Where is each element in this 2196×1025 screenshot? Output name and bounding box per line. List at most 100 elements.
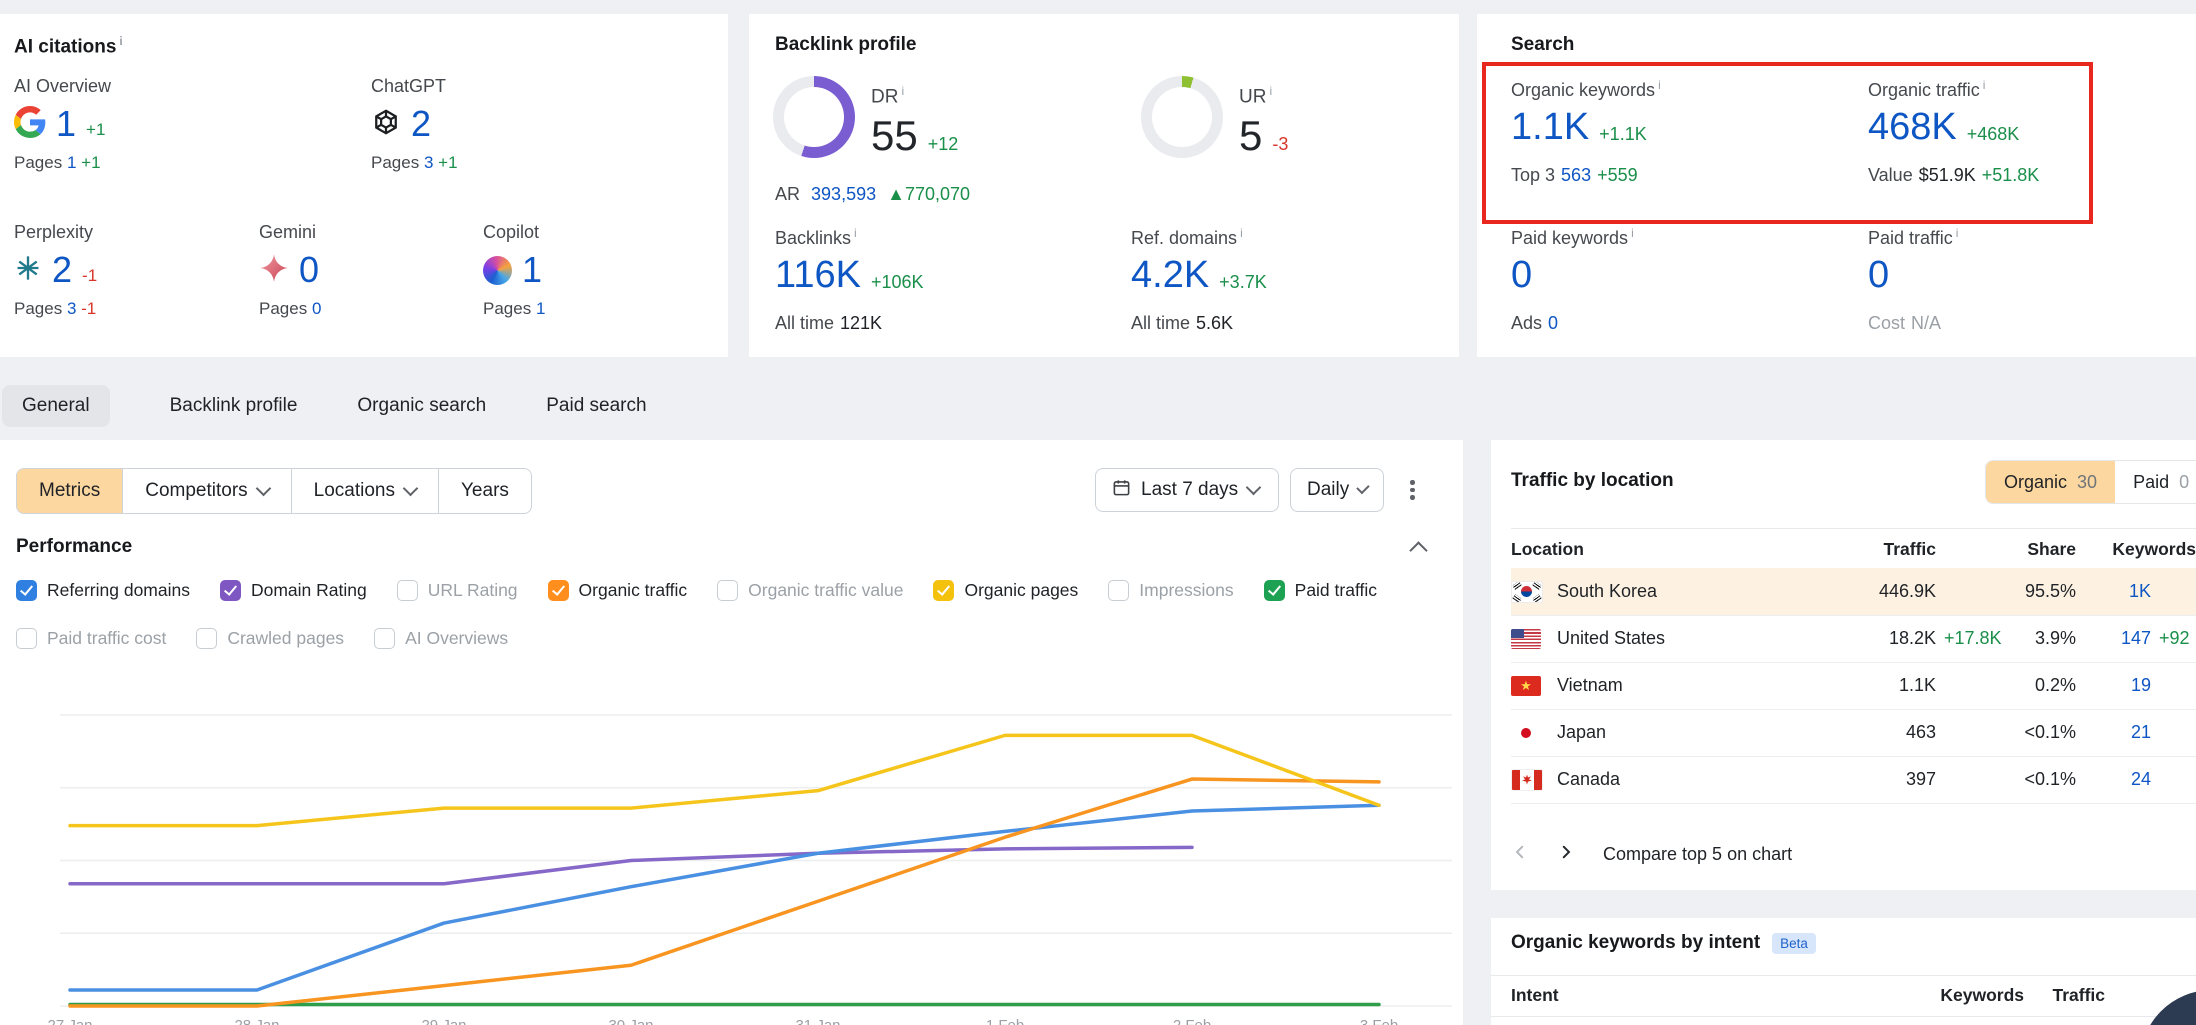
keywords-count-link[interactable]: 147 [2076, 628, 2151, 649]
checkbox-crawled-pages[interactable]: Crawled pages [196, 628, 344, 649]
keywords-count-link[interactable]: 19 [2076, 675, 2151, 696]
metric-checkbox-row: Paid traffic cost Crawled pages AI Overv… [16, 628, 508, 649]
chevron-down-icon [1246, 480, 1262, 496]
more-options-button[interactable] [1410, 480, 1415, 500]
checkbox-referring-domains[interactable]: Referring domains [16, 580, 190, 601]
intent-table-header: Intent Keywords Traffic [1491, 975, 2196, 1017]
keywords-count-link[interactable]: 24 [2076, 769, 2151, 790]
flag-japan-icon [1511, 723, 1541, 743]
metric-checkbox-row: Referring domains Domain Rating URL Rati… [16, 580, 1377, 601]
ahrefs-rank-link[interactable]: 393,593 [811, 184, 876, 204]
tab-general[interactable]: General [2, 385, 110, 427]
ads-count-link[interactable]: 0 [1548, 313, 1558, 333]
info-icon [119, 34, 122, 48]
flag-canada-icon [1511, 769, 1543, 791]
organic-toggle-button[interactable]: Organic 30 [1986, 461, 2115, 503]
perplexity-count: 2 [52, 249, 72, 291]
location-row-canada[interactable]: Canada 397 <0.1% 24 [1511, 756, 2196, 804]
perplexity-metric: Perplexity 2 -1 Pages 3 -1 [14, 222, 254, 319]
flag-vietnam-icon: ★ [1511, 676, 1541, 696]
collapse-section-icon[interactable] [1409, 541, 1427, 559]
calendar-icon [1112, 478, 1131, 503]
search-title: Search [1511, 34, 1574, 56]
info-icon [1269, 84, 1272, 98]
checkbox-paid-traffic-cost[interactable]: Paid traffic cost [16, 628, 166, 649]
metrics-filter-button[interactable]: Metrics [17, 469, 122, 513]
svg-text:29 Jan: 29 Jan [421, 1017, 466, 1025]
location-row-vietnam[interactable]: ★ Vietnam 1.1K 0.2% 19 [1511, 662, 2196, 710]
checkbox-ai-overviews[interactable]: AI Overviews [374, 628, 508, 649]
organic-paid-toggle: Organic 30 Paid 0 [1985, 460, 2196, 504]
pages-count-link[interactable]: 1 [536, 299, 545, 318]
traffic-by-location-panel: Traffic by location Organic 30 Paid 0 Lo… [1491, 440, 2196, 1025]
previous-page-icon[interactable] [1511, 843, 1529, 866]
url-rating-donut [1141, 76, 1223, 158]
info-icon [1631, 226, 1634, 240]
location-row-south-korea[interactable]: South Korea 446.9K 95.5% 1K [1511, 568, 2196, 616]
paid-traffic-count: 0 [1868, 254, 1889, 297]
date-range-button[interactable]: Last 7 days [1095, 468, 1279, 512]
keywords-count-link[interactable]: 1K [2076, 581, 2151, 602]
performance-line-chart[interactable]: 27 Jan28 Jan29 Jan30 Jan31 Jan1 Feb2 Feb… [60, 686, 1452, 1025]
flag-united-states-icon [1511, 629, 1541, 649]
backlinks-count-link[interactable]: 116K [775, 254, 861, 297]
info-icon [1983, 78, 1986, 92]
chatgpt-metric: ChatGPT 2 Pages 3 +1 [371, 76, 611, 173]
tab-organic-search[interactable]: Organic search [357, 395, 486, 417]
flag-south-korea-icon [1511, 581, 1543, 603]
organic-traffic-link[interactable]: 468K [1868, 106, 1957, 149]
site-explorer-dashboard: AI citations AI Overview 1 +1 Pages 1 +1… [0, 0, 2196, 1025]
ai-overview-count: 1 [56, 103, 76, 145]
checkbox-organic-traffic[interactable]: Organic traffic [548, 580, 688, 601]
keywords-count-link[interactable]: 21 [2076, 722, 2151, 743]
paid-toggle-button[interactable]: Paid 0 [2115, 461, 2196, 503]
keywords-by-intent-title: Organic keywords by intent Beta [1511, 932, 1816, 954]
domain-rating-metric: DR 55 +12 [871, 84, 958, 160]
location-row-japan[interactable]: Japan 463 <0.1% 21 [1511, 709, 2196, 757]
pages-count-link[interactable]: 3 [424, 153, 433, 172]
organic-keywords-link[interactable]: 1.1K [1511, 106, 1589, 149]
checkbox-paid-traffic[interactable]: Paid traffic [1264, 580, 1377, 601]
years-filter-button[interactable]: Years [438, 469, 531, 513]
chevron-down-icon [403, 481, 419, 497]
tab-paid-search[interactable]: Paid search [546, 395, 646, 417]
info-icon [1956, 226, 1959, 240]
checkbox-url-rating[interactable]: URL Rating [397, 580, 518, 601]
pages-count-link[interactable]: 3 [67, 299, 76, 318]
organic-keywords-metric: Organic keywords 1.1K+1.1K Top 3563+559 [1511, 78, 1661, 186]
chatgpt-count: 2 [411, 103, 431, 145]
location-pagination: Compare top 5 on chart [1511, 838, 1792, 870]
gemini-count: 0 [299, 249, 319, 291]
granularity-button[interactable]: Daily [1290, 468, 1384, 512]
traffic-by-location-title: Traffic by location [1511, 470, 1674, 492]
overview-chart-panel: Metrics Competitors Locations Years Last… [0, 440, 1463, 1025]
copilot-icon [483, 256, 512, 285]
competitors-filter-button[interactable]: Competitors [122, 469, 290, 513]
svg-text:27 Jan: 27 Jan [47, 1017, 92, 1025]
paid-keywords-link[interactable]: 0 [1511, 254, 1532, 297]
checkbox-domain-rating[interactable]: Domain Rating [220, 580, 367, 601]
pages-count-link[interactable]: 0 [312, 299, 321, 318]
ref-domains-count-link[interactable]: 4.2K [1131, 254, 1209, 297]
copilot-metric: Copilot 1 Pages 1 [483, 222, 723, 319]
location-row-united-states[interactable]: United States 18.2K +17.8K 3.9% 147 +92 [1511, 615, 2196, 663]
top3-link[interactable]: 563 [1561, 165, 1591, 185]
tab-backlink-profile[interactable]: Backlink profile [170, 395, 298, 417]
pages-count-link[interactable]: 1 [67, 153, 76, 172]
checkbox-organic-traffic-value[interactable]: Organic traffic value [717, 580, 903, 601]
svg-text:1 Feb: 1 Feb [986, 1017, 1024, 1025]
next-page-icon[interactable] [1557, 843, 1575, 866]
checkbox-organic-pages[interactable]: Organic pages [933, 580, 1078, 601]
chevron-down-icon [1356, 481, 1369, 494]
svg-text:2 Feb: 2 Feb [1173, 1017, 1211, 1025]
info-icon [1658, 78, 1661, 92]
google-icon [14, 106, 46, 143]
compare-top5-link[interactable]: Compare top 5 on chart [1603, 844, 1792, 865]
locations-filter-button[interactable]: Locations [291, 469, 438, 513]
paid-traffic-metric: Paid traffic 0 CostN/A [1868, 226, 1958, 334]
info-icon [1240, 226, 1243, 240]
gemini-icon [259, 253, 289, 288]
checkbox-impressions[interactable]: Impressions [1108, 580, 1233, 601]
copilot-count: 1 [522, 249, 542, 291]
search-card: Search Organic keywords 1.1K+1.1K Top 35… [1477, 14, 2196, 357]
